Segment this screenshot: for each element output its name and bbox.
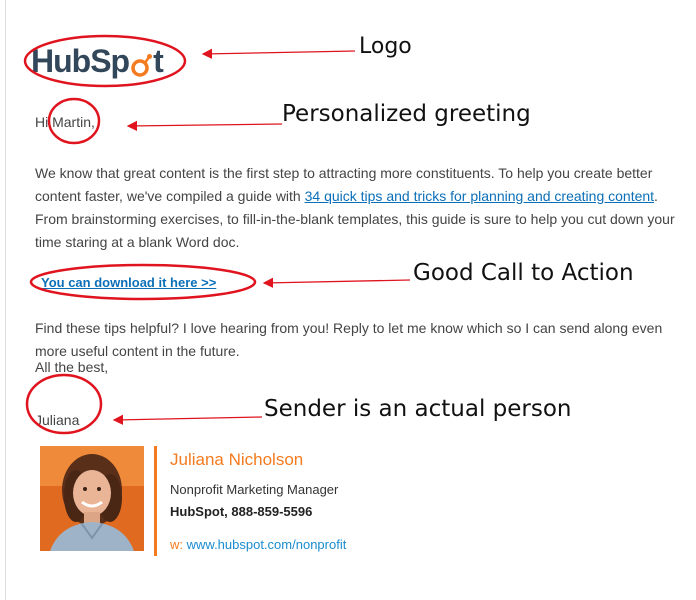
sender-name: Juliana [35,412,80,428]
annotation-cta: Good Call to Action [413,260,634,286]
left-border [5,0,6,600]
annotation-greeting: Personalized greeting [282,101,531,127]
signature-name: Juliana Nicholson [170,450,304,469]
cta-arrow [262,277,411,289]
signature-title: Nonprofit Marketing Manager [170,482,339,497]
greeting-arrow [126,120,283,132]
signature-divider [154,446,157,556]
annotation-logo: Logo [359,34,412,59]
website-link[interactable]: www.hubspot.com/nonprofit [187,537,347,552]
hubspot-sprocket-icon [130,53,153,77]
body-paragraph-1: We know that great content is the first … [35,162,675,254]
logo-text-left: HubSp [31,43,130,79]
closing: All the best, [35,359,109,375]
logo-text-right: t [153,43,164,79]
signature-company-phone: HubSpot, 888-859-5596 [170,504,313,519]
download-cta-link[interactable]: You can download it here >> [41,275,216,290]
body-paragraph-2: Find these tips helpful? I love hearing … [35,320,663,359]
web-prefix: w: [170,537,183,552]
annotation-sender: Sender is an actual person [264,396,572,422]
sender-photo [40,446,144,551]
signature-website: w: www.hubspot.com/nonprofit [170,537,346,552]
hubspot-logo: HubSp t [31,42,164,80]
logo-arrow [201,48,356,60]
sender-arrow [112,414,263,426]
greeting: Hi Martin, [35,114,95,130]
guide-link[interactable]: 34 quick tips and tricks for planning an… [305,188,654,204]
